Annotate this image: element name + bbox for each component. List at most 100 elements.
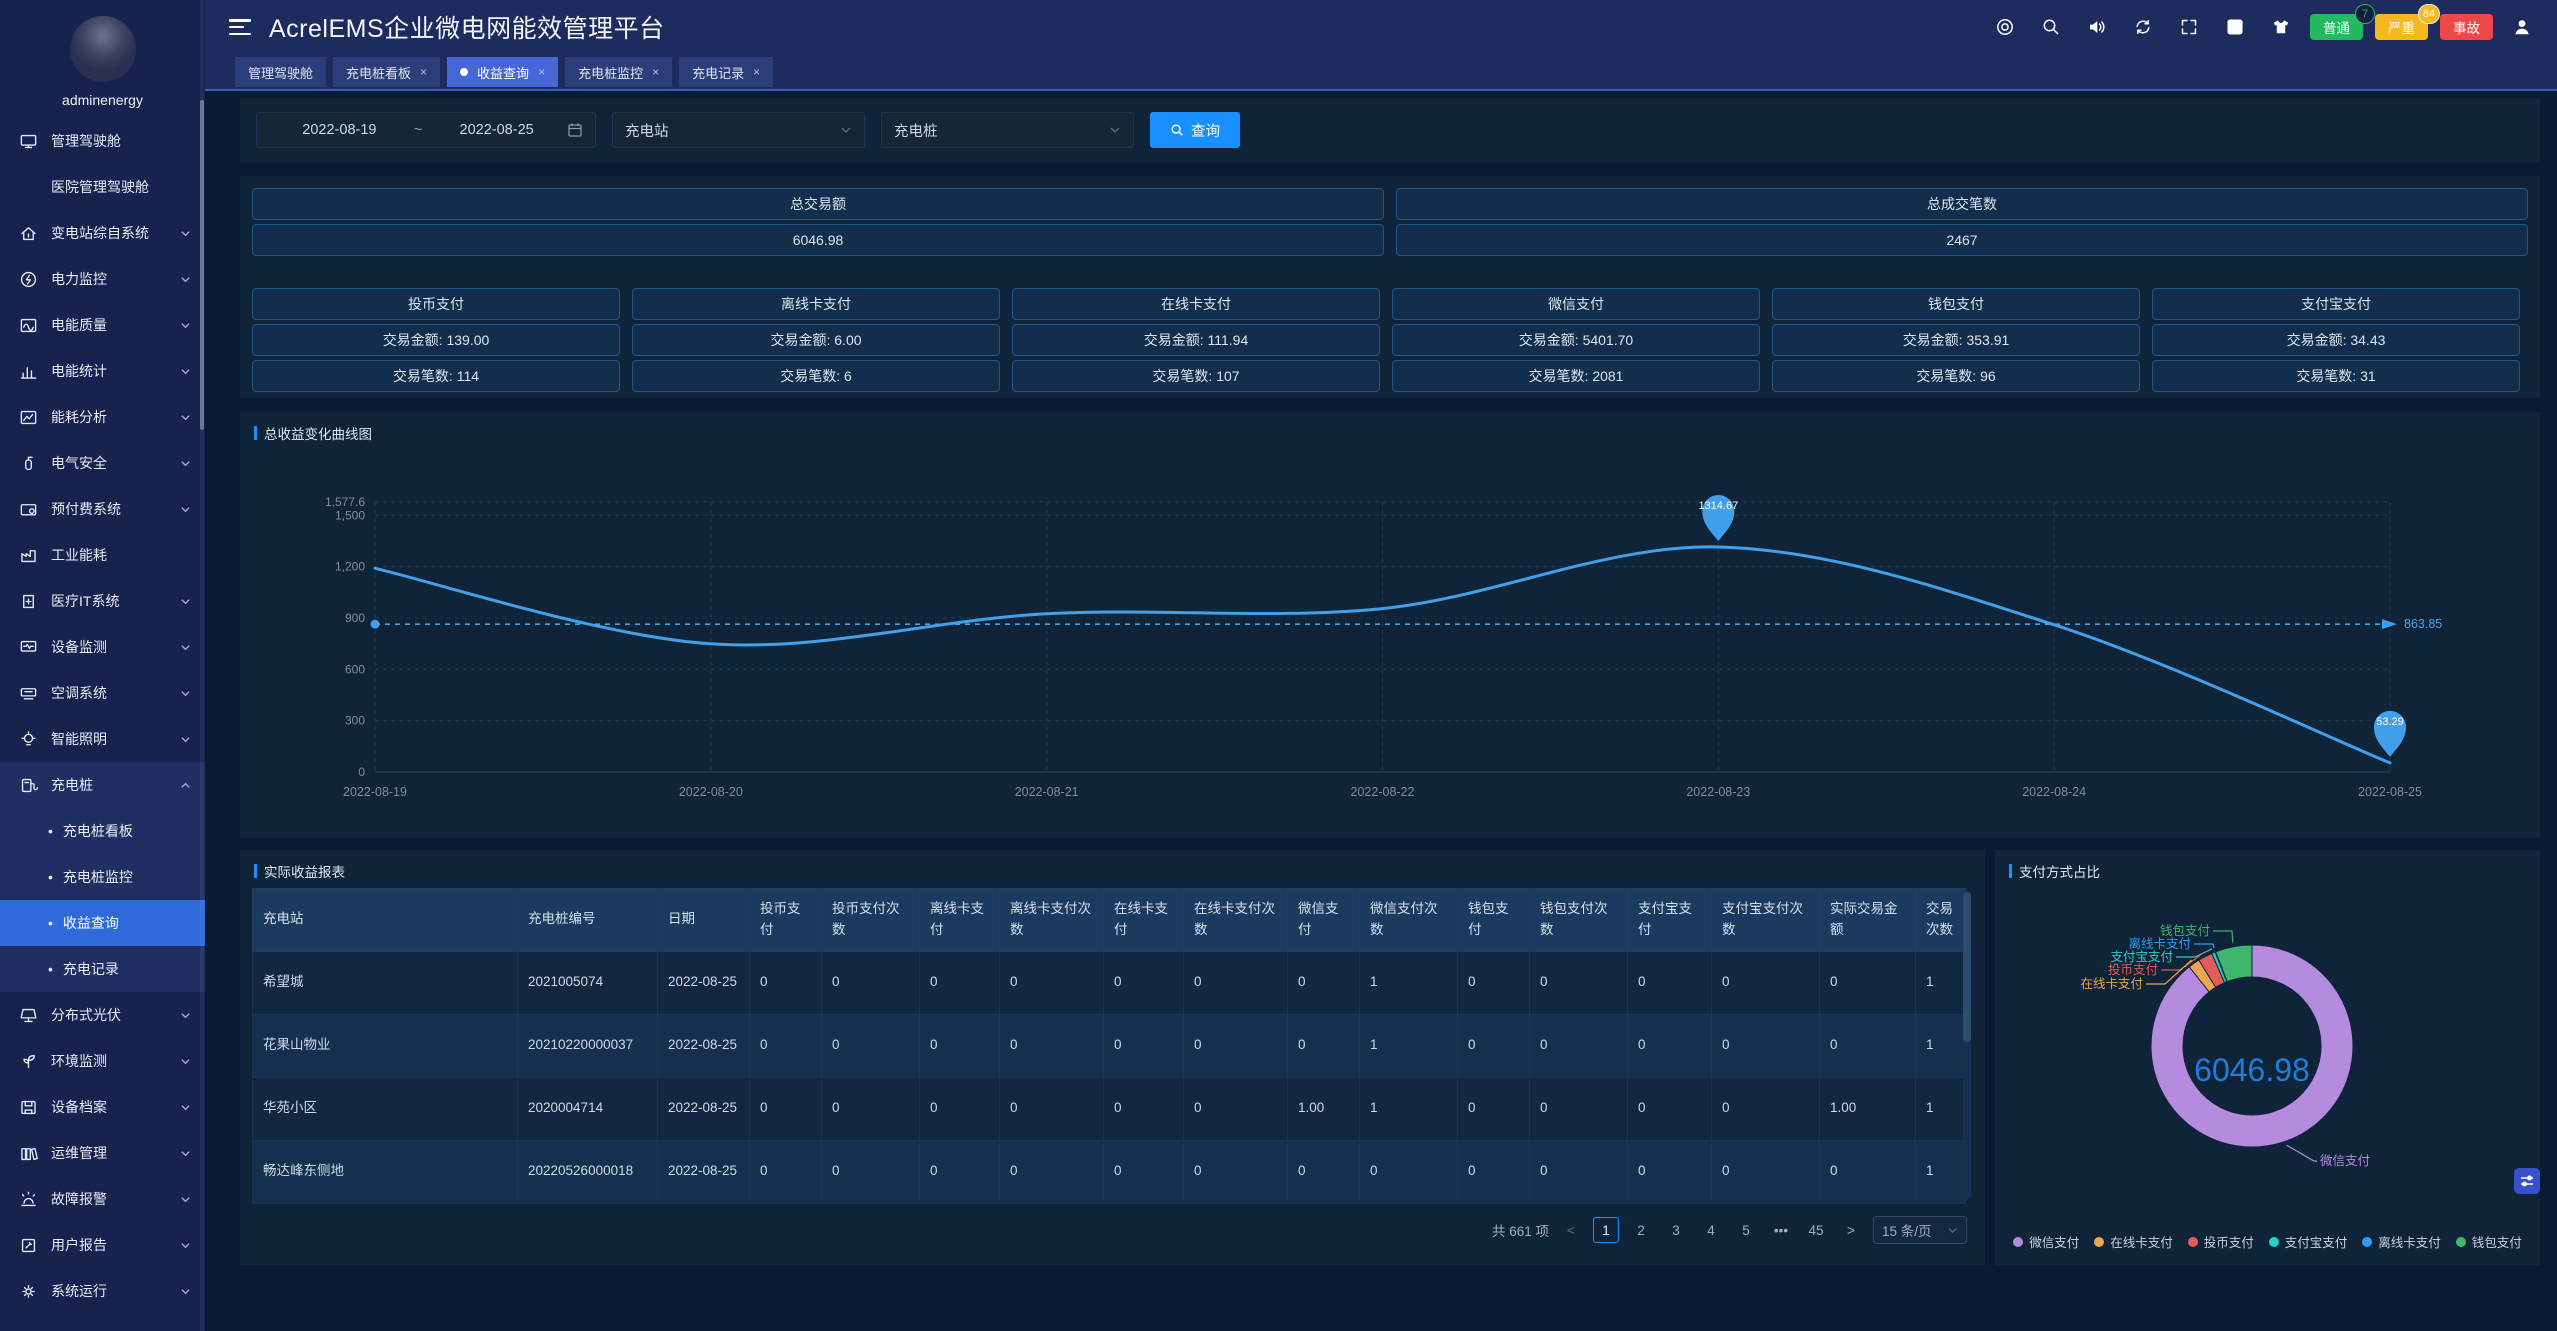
tab-充电记录[interactable]: 充电记录	[679, 57, 773, 87]
sidebar-item-设备档案[interactable]: 设备档案	[0, 1084, 205, 1130]
table-cell: 0	[1458, 1014, 1530, 1077]
avatar[interactable]	[70, 16, 136, 82]
pagination-next-icon[interactable]: >	[1838, 1217, 1864, 1243]
pagination-page-45[interactable]: 45	[1803, 1217, 1829, 1243]
legend-item-在线卡支付[interactable]: 在线卡支付	[2094, 1232, 2173, 1251]
record-icon[interactable]	[1988, 10, 2022, 44]
table-cell: 华苑小区	[253, 1077, 518, 1140]
tab-充电桩监控[interactable]: 充电桩监控	[565, 57, 672, 87]
sidebar-scrollbar-thumb[interactable]	[200, 100, 204, 430]
sidebar-item-电能质量[interactable]: 电能质量	[0, 302, 205, 348]
sidebar-item-label: 电气安全	[51, 453, 107, 473]
sidebar-item-电气安全[interactable]: 电气安全	[0, 440, 205, 486]
table-cell: 0	[1000, 951, 1104, 1014]
date-end[interactable]: 2022-08-25	[426, 122, 567, 138]
table-cell: 0	[1820, 951, 1916, 1014]
table-cell: 2022-08-25	[658, 1077, 750, 1140]
payment-card-count: 交易笔数: 114	[252, 360, 620, 392]
sound-icon[interactable]	[2080, 10, 2114, 44]
sidebar-item-分布式光伏[interactable]: 分布式光伏	[0, 992, 205, 1038]
sidebar-item-运维管理[interactable]: 运维管理	[0, 1130, 205, 1176]
page: { "app": { "title": "AcrelEMS企业微电网能效管理平台…	[0, 0, 2557, 1331]
sidebar-item-用户报告[interactable]: 用户报告	[0, 1222, 205, 1268]
sidebar-item-变电站综自系统[interactable]: 变电站综自系统	[0, 210, 205, 256]
legend-item-支付宝支付[interactable]: 支付宝支付	[2269, 1232, 2348, 1251]
payment-amount-value: 353.91	[1966, 332, 2009, 348]
sidebar-item-电能统计[interactable]: 电能统计	[0, 348, 205, 394]
pagination-page-2[interactable]: 2	[1628, 1217, 1654, 1243]
sidebar-item-充电桩[interactable]: 充电桩	[0, 762, 205, 808]
sidebar-item-预付费系统[interactable]: 预付费系统	[0, 486, 205, 532]
pagination-prev-icon[interactable]: <	[1558, 1217, 1584, 1243]
fullscreen-icon[interactable]	[2172, 10, 2206, 44]
date-start[interactable]: 2022-08-19	[269, 122, 410, 138]
page-size-value: 15 条/页	[1882, 1220, 1932, 1240]
sidebar-item-医疗IT系统[interactable]: 医疗IT系统	[0, 578, 205, 624]
sidebar-subitem-充电记录[interactable]: 充电记录	[0, 946, 205, 992]
chevron-down-icon	[1109, 124, 1121, 136]
legend-item-投币支付[interactable]: 投币支付	[2188, 1232, 2254, 1251]
tab-close-icon[interactable]	[420, 65, 427, 79]
table-header-cell: 交易次数	[1916, 889, 1966, 952]
chevron-down-icon	[180, 1194, 191, 1205]
translate-icon[interactable]: A文	[2218, 10, 2252, 44]
user-report-icon	[19, 1236, 38, 1255]
alarm-badge-事故[interactable]: 事故	[2440, 14, 2493, 40]
refresh-icon[interactable]	[2126, 10, 2160, 44]
table-scrollbar-thumb[interactable]	[1963, 892, 1971, 1042]
sidebar-item-能耗分析[interactable]: 能耗分析	[0, 394, 205, 440]
page-size-select[interactable]: 15 条/页	[1873, 1216, 1967, 1244]
station-select[interactable]: 充电站	[612, 112, 865, 148]
tab-管理驾驶舱[interactable]: 管理驾驶舱	[235, 57, 326, 87]
sidebar-subitem-收益查询[interactable]: 收益查询	[0, 900, 205, 946]
table-cell: 0	[1712, 951, 1820, 1014]
tab-close-icon[interactable]	[652, 65, 659, 79]
sidebar-item-环境监测[interactable]: 环境监测	[0, 1038, 205, 1084]
theme-settings-fab[interactable]	[2514, 1168, 2540, 1194]
sidebar-item-管理驾驶舱[interactable]: 管理驾驶舱	[0, 118, 205, 164]
tab-active-dot-icon	[460, 68, 468, 76]
average-line-label: 863.85	[2404, 617, 2442, 631]
tab-close-icon[interactable]	[538, 65, 545, 79]
sidebar-item-医院管理驾驶舱[interactable]: 医院管理驾驶舱	[0, 164, 205, 210]
tab-收益查询[interactable]: 收益查询	[447, 57, 558, 87]
pagination-page-5[interactable]: 5	[1733, 1217, 1759, 1243]
legend-item-钱包支付[interactable]: 钱包支付	[2456, 1232, 2522, 1251]
table-header-cell: 在线卡支付次数	[1184, 889, 1288, 952]
total-card-value: 6046.98	[252, 224, 1384, 256]
pagination-total: 共 661 项	[1492, 1220, 1549, 1240]
sidebar-item-故障报警[interactable]: 故障报警	[0, 1176, 205, 1222]
user-icon[interactable]	[2505, 10, 2539, 44]
legend-item-微信支付[interactable]: 微信支付	[2013, 1232, 2079, 1251]
search-icon[interactable]	[2034, 10, 2068, 44]
device-monitor-icon	[19, 638, 38, 657]
sidebar-item-电力监控[interactable]: 电力监控	[0, 256, 205, 302]
table-header-cell: 支付宝支付	[1628, 889, 1712, 952]
sidebar-subitem-充电桩监控[interactable]: 充电桩监控	[0, 854, 205, 900]
sidebar: adminenergy 管理驾驶舱医院管理驾驶舱变电站综自系统电力监控电能质量电…	[0, 0, 205, 1331]
tab-充电桩看板[interactable]: 充电桩看板	[333, 57, 440, 87]
sidebar-item-智能照明[interactable]: 智能照明	[0, 716, 205, 762]
sidebar-item-工业能耗[interactable]: 工业能耗	[0, 532, 205, 578]
pagination-page-3[interactable]: 3	[1663, 1217, 1689, 1243]
pagination-page-4[interactable]: 4	[1698, 1217, 1724, 1243]
sidebar-subitem-充电桩看板[interactable]: 充电桩看板	[0, 808, 205, 854]
query-button[interactable]: 查询	[1150, 112, 1240, 148]
alarm-badge-普通[interactable]: 普通7	[2310, 14, 2363, 40]
alarm-badge-严重[interactable]: 严重84	[2375, 14, 2428, 40]
sidebar-item-空调系统[interactable]: 空调系统	[0, 670, 205, 716]
donut-callout-label: 微信支付	[2320, 1154, 2370, 1168]
chevron-down-icon	[180, 458, 191, 469]
date-range-picker[interactable]: 2022-08-19 ~ 2022-08-25	[256, 112, 596, 148]
pile-select[interactable]: 充电桩	[881, 112, 1134, 148]
pagination-page-1[interactable]: 1	[1593, 1217, 1619, 1243]
menu-collapse-icon[interactable]	[229, 19, 251, 35]
table-cell: 0	[920, 1077, 1000, 1140]
tab-close-icon[interactable]	[753, 65, 760, 79]
tab-label: 管理驾驶舱	[248, 63, 313, 82]
sidebar-item-设备监测[interactable]: 设备监测	[0, 624, 205, 670]
legend-item-离线卡支付[interactable]: 离线卡支付	[2362, 1232, 2441, 1251]
theme-icon[interactable]	[2264, 10, 2298, 44]
sidebar-item-系统运行[interactable]: 系统运行	[0, 1268, 205, 1314]
payment-card-count: 交易笔数: 107	[1012, 360, 1380, 392]
